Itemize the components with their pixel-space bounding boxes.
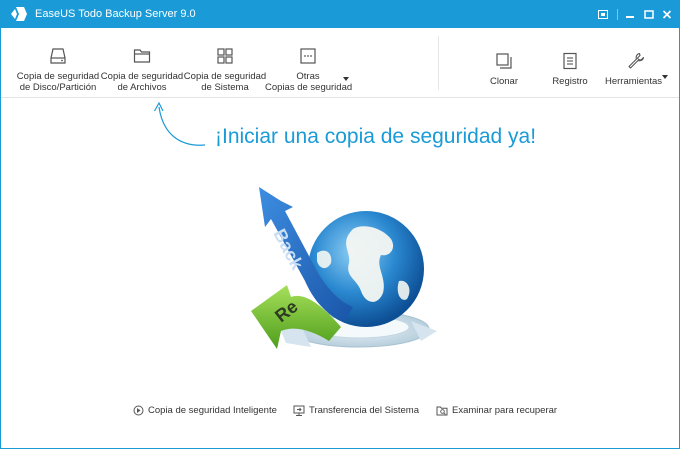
restore-button[interactable] bbox=[593, 5, 613, 23]
browse-recover-icon bbox=[436, 406, 448, 416]
file-backup-button[interactable]: Copia de seguridad de Archivos bbox=[99, 28, 185, 98]
disk-backup-label-line1: Copia de seguridad bbox=[16, 71, 100, 82]
log-label: Registro bbox=[552, 76, 588, 87]
system-transfer-icon bbox=[293, 405, 305, 416]
disk-icon bbox=[50, 48, 66, 64]
smart-backup-label: Copia de seguridad Inteligente bbox=[148, 405, 277, 416]
window-title: EaseUS Todo Backup Server 9.0 bbox=[35, 8, 196, 20]
other-backups-dropdown-icon[interactable] bbox=[343, 77, 349, 81]
maximize-icon bbox=[644, 9, 654, 19]
toolbar-divider bbox=[438, 36, 439, 90]
windows-icon bbox=[217, 48, 233, 64]
other-backups-label-line1: Otras bbox=[296, 71, 320, 82]
browse-recover-link[interactable]: Examinar para recuperar bbox=[436, 405, 557, 416]
log-button[interactable]: Registro bbox=[542, 28, 598, 98]
titlebar-separator bbox=[617, 9, 618, 20]
minimize-button[interactable] bbox=[620, 5, 640, 23]
tools-label: Herramientas bbox=[605, 76, 663, 87]
app-logo-icon bbox=[11, 7, 27, 21]
log-icon bbox=[563, 52, 577, 70]
hint-arrow-icon bbox=[153, 101, 206, 146]
system-backup-label-line2: de Sistema bbox=[201, 82, 249, 93]
system-transfer-label: Transferencia del Sistema bbox=[309, 405, 420, 416]
tools-dropdown-icon[interactable] bbox=[662, 75, 668, 79]
start-backup-headline: ¡Iniciar una copia de seguridad ya! bbox=[215, 125, 537, 148]
minimize-icon bbox=[626, 15, 634, 18]
maximize-button[interactable] bbox=[639, 5, 659, 23]
browse-recover-label: Examinar para recuperar bbox=[452, 405, 558, 416]
clone-button[interactable]: Clonar bbox=[477, 28, 531, 98]
disk-backup-label-line2: de Disco/Partición bbox=[19, 82, 97, 93]
system-backup-label-line1: Copia de seguridad bbox=[183, 71, 267, 82]
title-bar[interactable]: EaseUS Todo Backup Server 9.0 bbox=[1, 1, 679, 28]
system-transfer-link[interactable]: Transferencia del Sistema bbox=[293, 405, 419, 416]
system-backup-button[interactable]: Copia de seguridad de Sistema bbox=[182, 28, 268, 98]
other-backups-label-line2: Copias de seguridad bbox=[265, 82, 353, 93]
other-backups-button[interactable]: Otras Copias de seguridad bbox=[265, 28, 353, 98]
more-icon bbox=[300, 48, 316, 64]
close-button[interactable] bbox=[657, 5, 677, 23]
clone-icon bbox=[496, 53, 512, 69]
restore-icon bbox=[598, 9, 608, 19]
smart-backup-link[interactable]: Copia de seguridad Inteligente bbox=[133, 405, 277, 416]
disk-partition-backup-button[interactable]: Copia de seguridad de Disco/Partición bbox=[15, 28, 101, 98]
app-window: EaseUS Todo Backup Server 9.0 Copia de s… bbox=[0, 0, 680, 449]
folder-icon bbox=[133, 49, 151, 63]
close-icon bbox=[662, 9, 672, 19]
backup-globe-illustration: Back Re bbox=[251, 187, 437, 349]
file-backup-label-line2: de Archivos bbox=[117, 82, 167, 93]
tools-button[interactable]: Herramientas bbox=[605, 28, 667, 98]
wrench-icon bbox=[628, 52, 645, 69]
clone-label: Clonar bbox=[490, 76, 518, 87]
smart-backup-icon bbox=[133, 405, 144, 416]
toolbar: Copia de seguridad de Disco/Partición Co… bbox=[1, 28, 679, 98]
file-backup-label-line1: Copia de seguridad bbox=[100, 71, 184, 82]
